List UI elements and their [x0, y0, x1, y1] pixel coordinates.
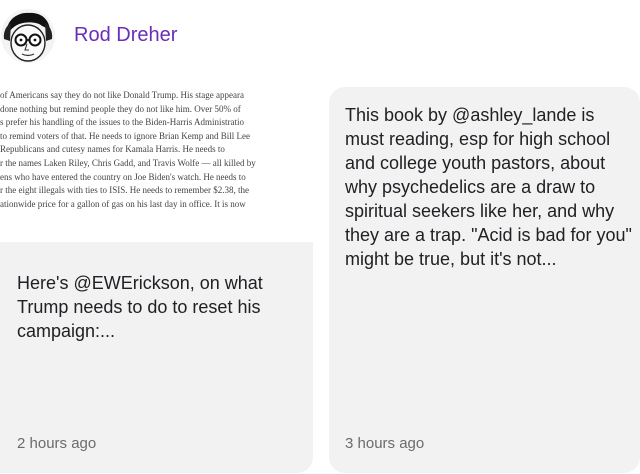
excerpt-line: Republicans and cutesy names for Kamala … [0, 144, 225, 155]
excerpt-line: s prefer his handling of the issues to t… [0, 117, 244, 128]
caricature-avatar-icon [1, 9, 55, 63]
post-feed-header: Rod Dreher [0, 0, 640, 74]
excerpt-line: ationwide price for a gallon of gas on h… [0, 198, 246, 209]
post-card[interactable]: of Americans say they do not like Donald… [0, 87, 313, 473]
post-text: Here's @EWErickson, on what Trump needs … [17, 273, 263, 341]
excerpt-line: done nothing but remind people they do n… [0, 103, 241, 114]
excerpt-line: to remind voters of that. He needs to ig… [0, 130, 250, 141]
post-image-excerpt: of Americans say they do not like Donald… [0, 87, 313, 242]
excerpt-text: of Americans say they do not like Donald… [0, 89, 313, 211]
post-card[interactable]: This book by @ashley_lande is must readi… [329, 87, 640, 473]
excerpt-line: of Americans say they do not like Donald… [0, 90, 244, 100]
excerpt-line: ens who have entered the country on Joe … [0, 171, 246, 182]
excerpt-line: r the names Laken Riley, Chris Gadd, and… [0, 157, 256, 168]
post-timestamp: 3 hours ago [345, 435, 425, 452]
excerpt-line: r the eight illegals with ties to ISIS. … [0, 185, 249, 196]
post-text: This book by @ashley_lande is must readi… [345, 105, 632, 269]
author-name[interactable]: Rod Dreher [74, 24, 177, 47]
post-timestamp: 2 hours ago [17, 435, 97, 452]
author-avatar[interactable] [1, 9, 55, 63]
